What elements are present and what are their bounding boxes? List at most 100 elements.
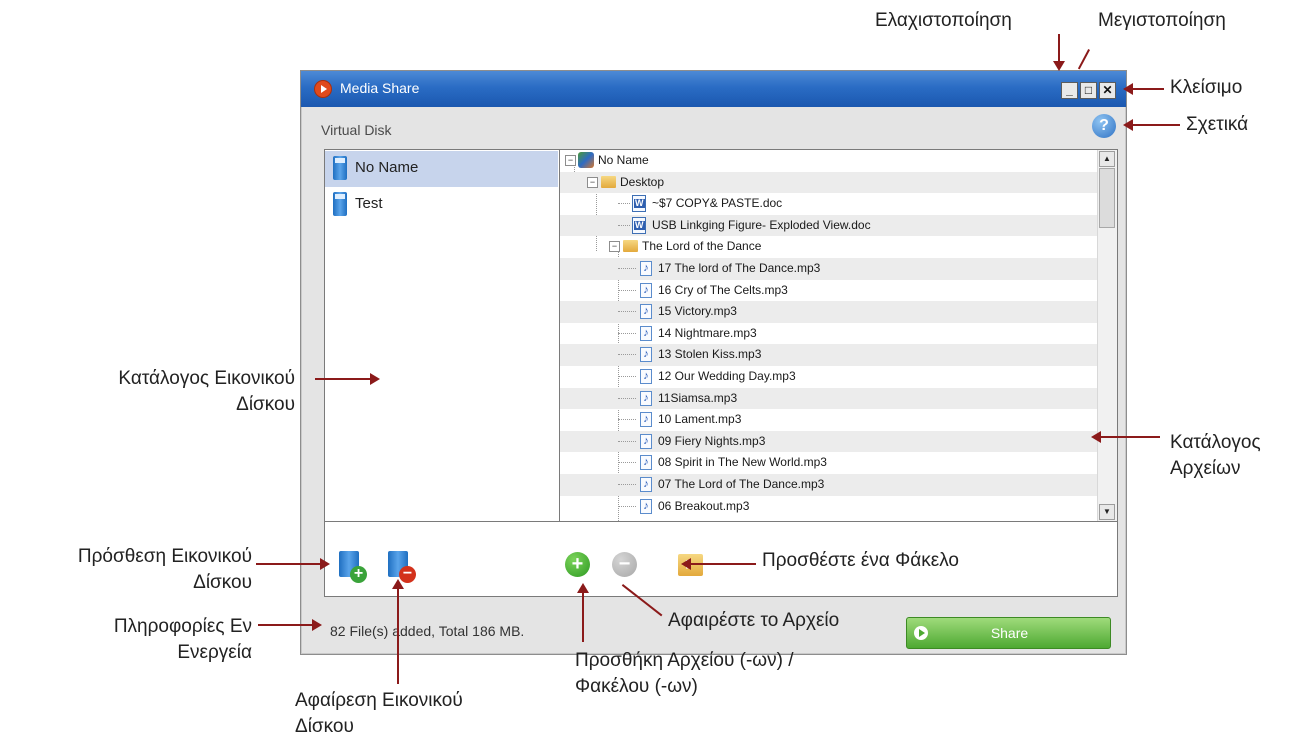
audio-file-icon: ♪ [640, 282, 652, 298]
scroll-down-icon[interactable]: ▼ [1099, 504, 1115, 520]
tree-row[interactable]: − Desktop [560, 171, 1098, 194]
annotation-remove-vd-line1: Αφαίρεση Εικονικού [295, 690, 463, 711]
tree-row[interactable]: ♪ 14 Nightmare.mp3 [560, 323, 1098, 345]
tree-row[interactable]: ♪ 08 Spirit in The New World.mp3 [560, 452, 1098, 474]
audio-file-icon: ♪ [640, 261, 652, 276]
tree-row[interactable]: ♪ 06 Breakout.mp3 [560, 496, 1098, 518]
usb-disk-icon [333, 192, 347, 216]
tree-guide [618, 224, 630, 226]
tree-guide [618, 376, 636, 377]
add-virtual-disk-button[interactable]: + [339, 551, 367, 583]
virtual-disk-list[interactable]: No Name Test [324, 149, 559, 522]
annotation-info-line1: Πληροφορίες Εν [113, 616, 252, 637]
share-button-label: Share [990, 625, 1029, 641]
collapse-icon[interactable]: − [587, 176, 598, 188]
annotation-close: Κλείσιμο [1170, 77, 1243, 98]
arrow-remove-vd [392, 579, 404, 684]
audio-file-icon: ♪ [640, 412, 652, 428]
annotation-info: Πληροφορίες Εν Ενεργεία [45, 614, 252, 666]
virtual-disk-item-label: No Name [355, 159, 419, 176]
annotation-file-list: Κατάλογος Αρχείων [1170, 430, 1261, 482]
share-button[interactable]: Share [906, 617, 1111, 649]
tree-row-label: 06 Breakout.mp3 [658, 498, 750, 513]
minimize-button[interactable]: _ [1061, 82, 1078, 99]
tree-row[interactable]: ♪ 16 Cry of The Celts.mp3 [560, 280, 1098, 302]
tree-guide [618, 332, 636, 334]
virtual-disk-item-test[interactable]: Test [325, 187, 558, 223]
annotation-minimize: Ελαχιστοποίηση [875, 10, 1012, 31]
plus-icon: + [350, 566, 367, 583]
virtual-disk-item-label: Test [355, 195, 383, 212]
tree-row-label: 13 Stolen Kiss.mp3 [658, 347, 762, 362]
tree-row[interactable]: ♪ 13 Stolen Kiss.mp3 [560, 344, 1098, 366]
vertical-scrollbar[interactable]: ▲ ▼ [1097, 150, 1117, 521]
virtual-disk-item-no-name[interactable]: No Name [325, 151, 558, 187]
tree-row-label: No Name [598, 153, 649, 167]
annotation-add-vd-line2: Δίσκου [193, 572, 252, 593]
annotation-about: Σχετικά [1186, 114, 1249, 135]
tree-row-label: 09 Fiery Nights.mp3 [658, 433, 766, 448]
help-button[interactable]: ? [1092, 114, 1116, 138]
annotation-vd-list-line1: Κατάλογος Εικονικού [118, 368, 295, 389]
word-doc-icon [632, 216, 646, 234]
tree-row[interactable]: ♪ 11Siamsa.mp3 [560, 387, 1098, 410]
arrow-close [1123, 83, 1164, 95]
tree-row[interactable]: − No Name [560, 150, 1098, 172]
maximize-button[interactable]: □ [1080, 82, 1097, 99]
annotation-add-files: Προσθήκη Αρχείου (-ων) / Φακέλου (-ων) [575, 648, 794, 700]
tree-row-label: The Lord of the Dance [642, 239, 762, 254]
tree-guide [618, 397, 636, 399]
annotation-file-list-line1: Κατάλογος [1170, 432, 1261, 453]
remove-file-button[interactable]: − [612, 552, 637, 577]
arrow-file-list [1091, 431, 1160, 443]
folder-icon [601, 175, 616, 188]
annotation-add-vd-line1: Πρόσθεση Εικονικού [77, 546, 252, 567]
tree-guide [618, 203, 630, 205]
close-button[interactable]: ✕ [1099, 82, 1116, 99]
tree-row-label: Desktop [620, 174, 665, 189]
audio-file-icon: ♪ [640, 347, 652, 363]
annotation-info-line2: Ενεργεία [177, 642, 252, 663]
tree-row[interactable]: ♪ 10 Lament.mp3 [560, 409, 1098, 431]
audio-file-icon: ♪ [640, 304, 652, 320]
audio-file-icon: ♪ [640, 369, 652, 384]
remove-virtual-disk-button[interactable]: − [388, 551, 416, 583]
tree-guide [618, 419, 636, 421]
tree-guide [618, 440, 636, 442]
tree-row[interactable]: ~$7 COPY& PASTE.doc [560, 193, 1098, 215]
tree-row[interactable]: USB Linkging Figure- Exploded View.doc [560, 214, 1098, 237]
scroll-up-icon[interactable]: ▲ [1099, 151, 1115, 167]
annotation-add-folder: Προσθέστε ένα Φάκελο [762, 550, 959, 571]
scroll-thumb[interactable] [1099, 168, 1115, 228]
tree-row[interactable]: ♪ 17 The lord of The Dance.mp3 [560, 258, 1098, 280]
title-bar[interactable]: Media Share _ □ ✕ [301, 71, 1126, 107]
word-doc-icon [632, 195, 646, 213]
tree-row-label: 11Siamsa.mp3 [658, 390, 738, 405]
arrow-add-vd [256, 558, 330, 570]
window-title: Media Share [340, 80, 420, 96]
tree-row[interactable]: ♪ 12 Our Wedding Day.mp3 [560, 366, 1098, 388]
tree-guide [618, 484, 636, 485]
tree-row-label: 10 Lament.mp3 [658, 412, 742, 427]
annotation-maximize: Μεγιστοποίηση [1098, 10, 1226, 31]
arrow-info [258, 619, 322, 631]
tree-row[interactable]: ♪ 15 Victory.mp3 [560, 301, 1098, 323]
annotation-remove-vd: Αφαίρεση Εικονικού Δίσκου [295, 688, 463, 740]
tree-row[interactable]: ♪ 07 The Lord of The Dance.mp3 [560, 474, 1098, 496]
collapse-icon[interactable]: − [609, 241, 620, 253]
tree-row-label: 15 Victory.mp3 [658, 304, 737, 319]
tree-row-label: 08 Spirit in The New World.mp3 [658, 455, 827, 470]
file-tree[interactable]: − No Name − Desktop ~$7 COPY& PASTE.doc … [559, 149, 1118, 522]
tree-guide [618, 311, 636, 313]
annotation-add-files-line2: Φακέλου (-ων) [575, 676, 698, 697]
add-files-button[interactable]: + [565, 552, 590, 577]
tree-row-label: ~$7 COPY& PASTE.doc [652, 196, 783, 211]
collapse-icon[interactable]: − [565, 155, 576, 166]
tree-guide [618, 354, 636, 356]
tree-row-label: 07 The Lord of The Dance.mp3 [658, 477, 825, 491]
tree-row[interactable]: ♪ 09 Fiery Nights.mp3 [560, 430, 1098, 453]
arrow-vd-list [315, 373, 380, 385]
tree-row[interactable]: − The Lord of the Dance [560, 236, 1098, 258]
media-share-window: Media Share _ □ ✕ Virtual Disk ? No Name… [300, 70, 1127, 655]
audio-file-icon: ♪ [640, 433, 652, 449]
